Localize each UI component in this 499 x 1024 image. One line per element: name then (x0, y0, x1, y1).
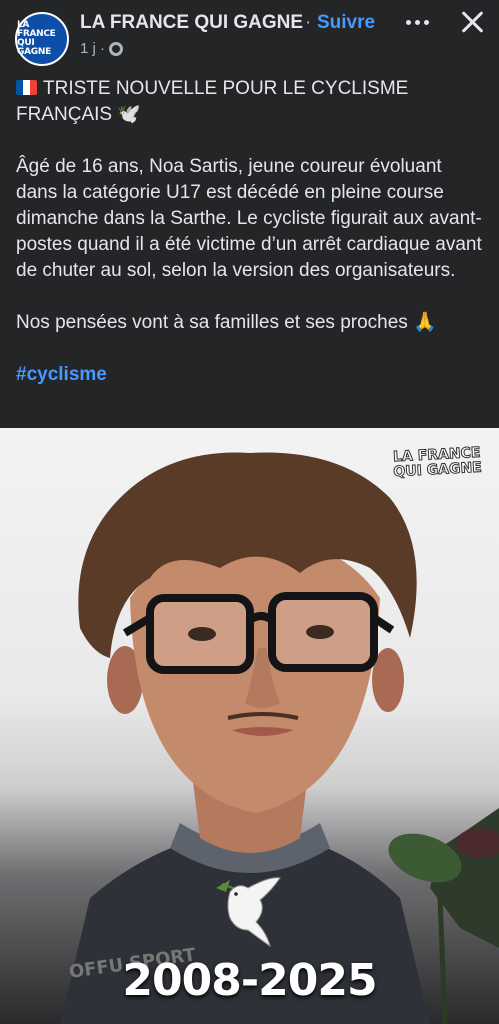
follow-button[interactable]: Suivre (317, 12, 375, 34)
years-caption: 2008-2025 (122, 955, 377, 1006)
left-eye (188, 627, 216, 641)
post-body: Âgé de 16 ans, Noa Sartis, jeune coureur… (16, 156, 482, 281)
page-avatar[interactable]: LA FRANCE QUI GAGNE (15, 12, 69, 66)
hashtag-link[interactable]: #cyclisme (16, 364, 107, 385)
more-dots-icon (405, 19, 411, 25)
more-options-button[interactable] (402, 10, 432, 34)
post-title: TRISTE NOUVELLE POUR LE CYCLISME FRANÇAI… (16, 76, 486, 128)
separator: · (305, 12, 312, 33)
avatar-text-line2: QUI GAGNE (17, 38, 51, 57)
timestamp[interactable]: 1 j · (80, 40, 105, 57)
post-meta: 1 j · (80, 40, 124, 57)
post-title-text: TRISTE NOUVELLE POUR LE CYCLISME FRANÇAI… (16, 78, 409, 125)
right-eye (306, 625, 334, 639)
france-flag-icon (16, 80, 37, 95)
dove-icon (216, 877, 281, 948)
close-button[interactable] (457, 6, 489, 38)
post-header: LA FRANCE QUI GAGNE LA FRANCE QUI GAGNE … (0, 0, 499, 70)
brand-watermark: LA FRANCE QUI GAGNE (392, 444, 482, 481)
globe-icon (109, 41, 124, 56)
avatar-text-line1: LA FRANCE (17, 20, 56, 39)
page-name[interactable]: LA FRANCE QUI GAGNE (80, 12, 303, 34)
post-thoughts: Nos pensées vont à sa familles et ses pr… (16, 312, 437, 333)
post-text: TRISTE NOUVELLE POUR LE CYCLISME FRANÇAI… (16, 76, 486, 414)
